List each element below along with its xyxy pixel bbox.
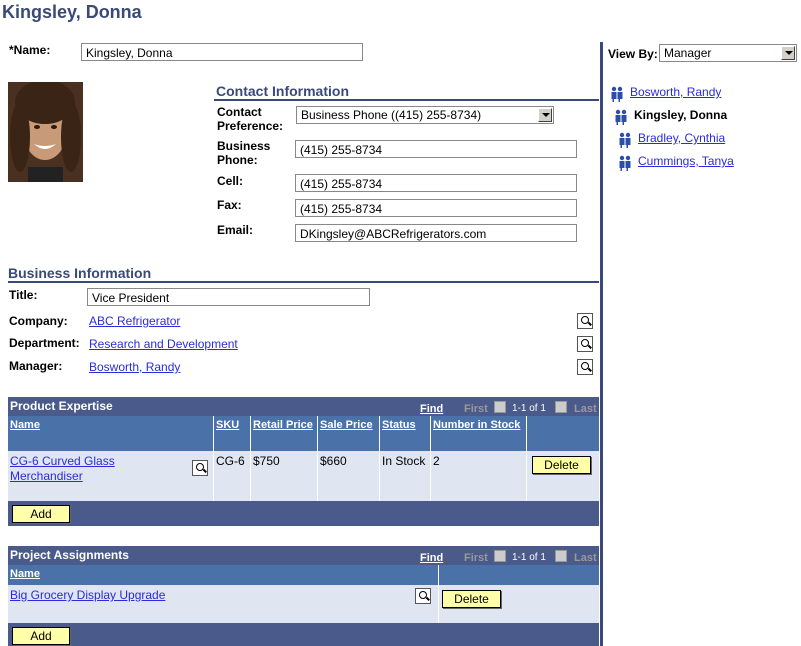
- col-project-name[interactable]: Name: [8, 565, 439, 585]
- view-by-value: Manager: [664, 46, 712, 60]
- project-column-row: Name: [8, 565, 599, 585]
- business-phone-input[interactable]: (415) 255-8734: [295, 140, 577, 158]
- contact-divider: [214, 99, 599, 101]
- product-first-label: First: [464, 403, 488, 415]
- product-find-link[interactable]: Find: [420, 403, 443, 415]
- product-stock-cell: 2: [431, 451, 527, 501]
- department-magnifier-icon[interactable]: [577, 336, 593, 352]
- person-icon: [619, 155, 631, 171]
- product-range: 1-1 of 1: [512, 403, 546, 414]
- tree-link-bosworth[interactable]: Bosworth, Randy: [630, 85, 721, 99]
- project-range: 1-1 of 1: [512, 552, 546, 563]
- tree-item-bosworth[interactable]: [610, 86, 624, 105]
- table-row: CG-6 Curved Glass Merchandiser CG-6 $750…: [8, 451, 599, 501]
- view-by-label: View By:: [608, 47, 658, 61]
- product-next-icon[interactable]: [555, 401, 567, 413]
- business-divider: [8, 281, 599, 283]
- tree-link-cummings[interactable]: Cummings, Tanya: [638, 154, 734, 168]
- project-grid-footer: Add: [8, 623, 599, 646]
- product-last-label: Last: [574, 403, 597, 415]
- employee-photo: [8, 82, 83, 182]
- col-sale-price[interactable]: Sale Price: [318, 416, 380, 451]
- person-icon: [619, 132, 631, 148]
- project-delete-button[interactable]: Delete: [442, 590, 501, 608]
- col-sku[interactable]: SKU: [214, 416, 251, 451]
- person-icon: [615, 109, 627, 125]
- product-add-button[interactable]: Add: [12, 505, 70, 523]
- company-label: Company:: [9, 314, 68, 328]
- title-input[interactable]: Vice President: [87, 288, 370, 306]
- list-item: Big Grocery Display Upgrade Delete: [8, 585, 599, 623]
- department-link[interactable]: Research and Development: [89, 337, 238, 351]
- tree-item-kingsley: [614, 109, 628, 128]
- chevron-down-icon[interactable]: [538, 108, 552, 122]
- contact-preference-label: Contact Preference:: [217, 105, 284, 133]
- contact-heading: Contact Information: [216, 83, 349, 99]
- project-grid-header: Project Assignments Find First 1-1 of 1 …: [8, 546, 599, 565]
- title-label: Title:: [9, 288, 38, 302]
- product-grid-title: Product Expertise: [10, 399, 113, 413]
- cell-input[interactable]: (415) 255-8734: [295, 174, 577, 192]
- product-sku-cell: CG-6: [214, 451, 251, 501]
- department-label: Department:: [9, 336, 80, 350]
- company-link[interactable]: ABC Refrigerator: [89, 314, 180, 328]
- email-label: Email:: [217, 223, 254, 237]
- project-first-label: First: [464, 552, 488, 564]
- project-find-link[interactable]: Find: [420, 552, 443, 564]
- contact-preference-value: Business Phone ((415) 255-8734): [301, 108, 482, 122]
- person-icon: [611, 86, 623, 102]
- col-number-in-stock[interactable]: Number in Stock: [431, 416, 527, 451]
- business-heading: Business Information: [8, 265, 152, 281]
- product-status-cell: In Stock: [380, 451, 431, 501]
- page-title: Kingsley, Donna: [2, 2, 142, 22]
- business-phone-label: Business Phone:: [217, 139, 271, 167]
- contact-preference-select[interactable]: Business Phone ((415) 255-8734): [296, 106, 554, 124]
- fax-label: Fax:: [217, 198, 242, 212]
- product-magnifier-icon[interactable]: [192, 460, 208, 476]
- tree-item-cummings[interactable]: [618, 155, 632, 174]
- project-last-label: Last: [574, 552, 597, 564]
- product-name-link[interactable]: CG-6 Curved Glass Merchandiser: [10, 454, 170, 484]
- product-grid-header: Product Expertise Find First 1-1 of 1 La…: [8, 397, 599, 416]
- col-status[interactable]: Status: [380, 416, 431, 451]
- fax-input[interactable]: (415) 255-8734: [295, 199, 577, 217]
- product-grid-footer: Add: [8, 501, 599, 526]
- manager-magnifier-icon[interactable]: [577, 359, 593, 375]
- project-name-link[interactable]: Big Grocery Display Upgrade: [10, 588, 165, 602]
- product-retail-cell: $750: [251, 451, 318, 501]
- cell-label: Cell:: [217, 174, 244, 188]
- chevron-down-icon[interactable]: [781, 46, 795, 60]
- project-next-icon[interactable]: [555, 550, 567, 562]
- project-prev-icon[interactable]: [494, 550, 506, 562]
- col-name[interactable]: Name: [8, 416, 214, 451]
- tree-item-bradley[interactable]: [618, 132, 632, 151]
- product-name-cell: CG-6 Curved Glass Merchandiser: [8, 451, 214, 501]
- project-add-button[interactable]: Add: [12, 627, 70, 645]
- project-magnifier-icon[interactable]: [415, 588, 431, 604]
- tree-current-kingsley: Kingsley, Donna: [634, 108, 728, 122]
- tree-link-bradley[interactable]: Bradley, Cynthia: [638, 131, 725, 145]
- col-project-actions: [439, 565, 599, 585]
- product-sale-cell: $660: [318, 451, 380, 501]
- product-prev-icon[interactable]: [494, 401, 506, 413]
- name-label: *Name:: [9, 43, 51, 57]
- project-name-cell: Big Grocery Display Upgrade: [8, 585, 439, 623]
- project-grid-title: Project Assignments: [10, 548, 129, 562]
- email-input[interactable]: DKingsley@ABCRefrigerators.com: [295, 224, 577, 242]
- col-retail-price[interactable]: Retail Price: [251, 416, 318, 451]
- view-by-select[interactable]: Manager: [659, 44, 797, 62]
- col-actions: [527, 416, 599, 451]
- panel-divider: [600, 42, 603, 646]
- product-column-row: Name SKU Retail Price Sale Price Status …: [8, 416, 599, 451]
- manager-label: Manager:: [9, 359, 63, 373]
- product-delete-button[interactable]: Delete: [532, 456, 591, 474]
- manager-link[interactable]: Bosworth, Randy: [89, 360, 180, 374]
- company-magnifier-icon[interactable]: [577, 313, 593, 329]
- name-input[interactable]: Kingsley, Donna: [81, 43, 363, 61]
